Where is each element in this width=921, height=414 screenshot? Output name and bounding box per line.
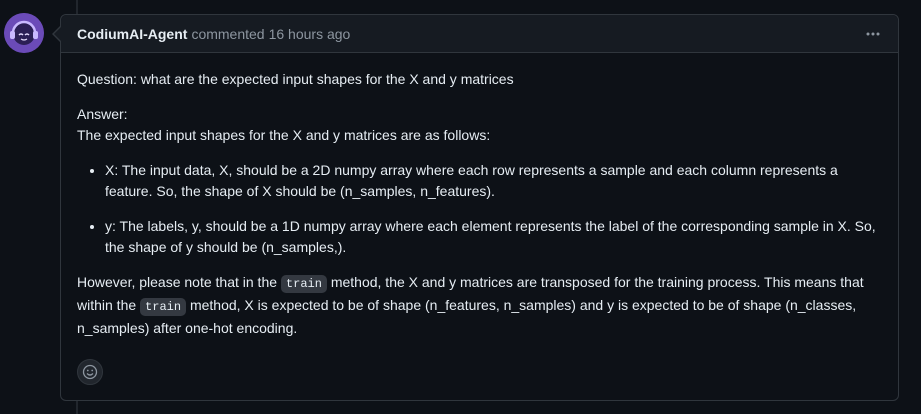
comment-card: CodiumAI-Agent commented 16 hours ago Qu… bbox=[52, 14, 899, 401]
kebab-horizontal-icon bbox=[866, 32, 880, 36]
add-reaction-button[interactable] bbox=[77, 359, 103, 385]
answer-block: Answer: The expected input shapes for th… bbox=[77, 104, 882, 146]
note-paragraph: However, please note that in the train m… bbox=[77, 274, 864, 336]
list-item-y: y: The labels, y, should be a 1D numpy a… bbox=[105, 216, 882, 258]
comment-header: CodiumAI-Agent commented 16 hours ago bbox=[61, 15, 898, 53]
comment-action: commented bbox=[191, 25, 265, 42]
inline-code-train: train bbox=[280, 275, 327, 293]
comment-body: Question: what are the expected input sh… bbox=[61, 53, 898, 339]
answer-label: Answer: bbox=[77, 106, 128, 122]
avatar[interactable] bbox=[4, 13, 44, 53]
bot-avatar-icon bbox=[4, 13, 44, 53]
answer-list: X: The input data, X, should be a 2D num… bbox=[77, 160, 882, 258]
comment-timestamp[interactable]: 16 hours ago bbox=[269, 26, 351, 42]
smiley-icon bbox=[82, 364, 98, 380]
inline-code-train: train bbox=[140, 298, 187, 316]
list-item-x: X: The input data, X, should be a 2D num… bbox=[105, 160, 882, 202]
more-options-button[interactable] bbox=[860, 23, 886, 45]
question-text: Question: what are the expected input sh… bbox=[77, 71, 514, 87]
author-link[interactable]: CodiumAI-Agent bbox=[77, 26, 187, 42]
answer-intro: The expected input shapes for the X and … bbox=[77, 127, 491, 143]
